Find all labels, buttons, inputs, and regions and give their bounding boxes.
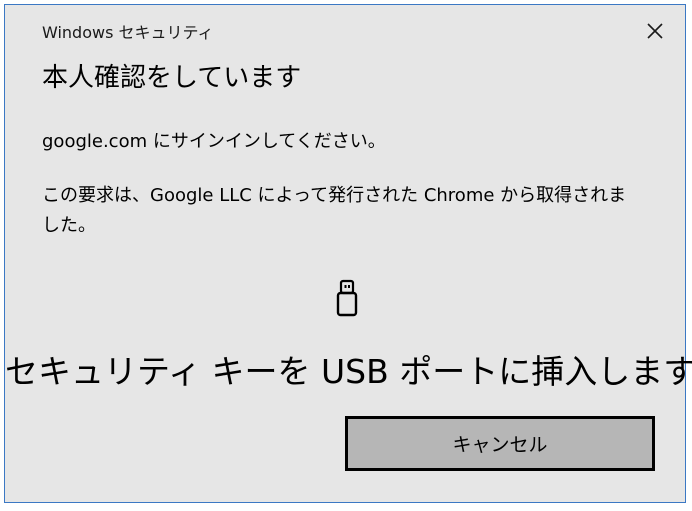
close-icon	[647, 23, 663, 39]
security-dialog: Windows セキュリティ 本人確認をしています google.com にサイ…	[4, 4, 692, 503]
usb-key-icon	[336, 279, 358, 317]
window-title: Windows セキュリティ	[42, 23, 214, 42]
close-button[interactable]	[635, 15, 675, 47]
cancel-button[interactable]: キャンセル	[345, 416, 655, 471]
dialog-heading: 本人確認をしています	[42, 63, 302, 93]
instruction-text: セキュリティ キーを USB ポートに挿入します。	[5, 352, 692, 391]
site-prompt-text: google.com にサインインしてください。	[42, 131, 386, 152]
request-info-text: この要求は、Google LLC によって発行された Chrome から取得され…	[42, 185, 627, 236]
